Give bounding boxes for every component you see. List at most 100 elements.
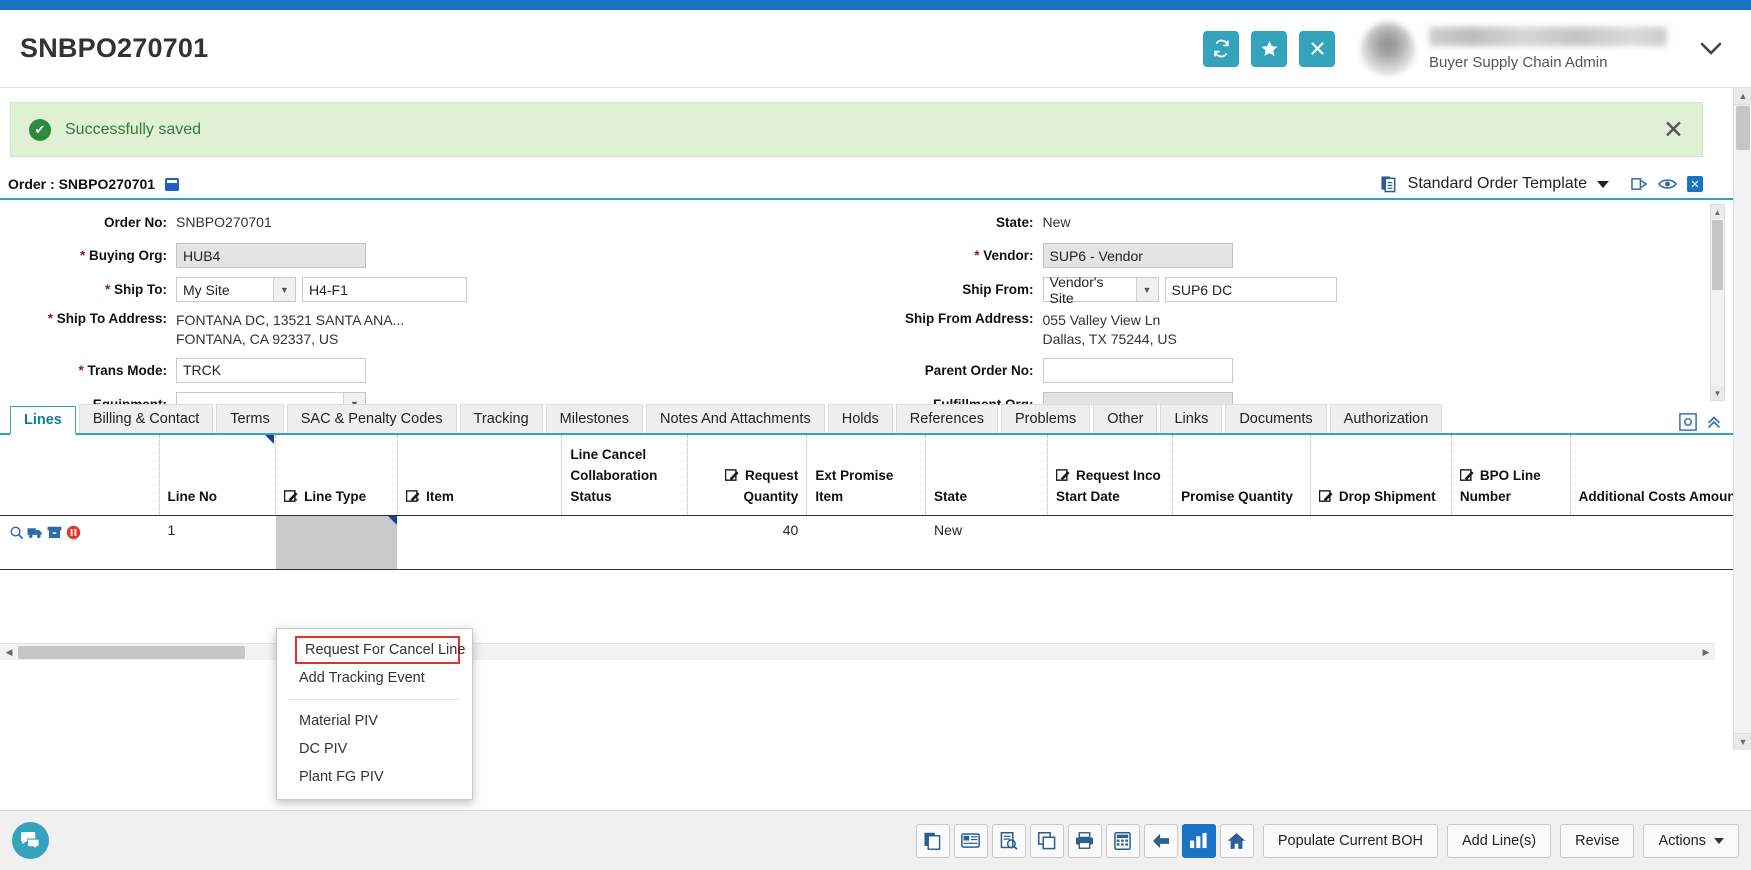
tab-lines[interactable]: Lines bbox=[10, 406, 76, 435]
ctx-request-for-cancel-line[interactable]: Request For Cancel Line bbox=[295, 636, 460, 664]
tab-links[interactable]: Links bbox=[1160, 404, 1222, 433]
col-line-cancel-collaboration-status[interactable]: Line Cancel Collaboration Status bbox=[562, 435, 687, 515]
favorite-button[interactable] bbox=[1251, 31, 1287, 67]
duplicate-icon[interactable] bbox=[1030, 824, 1064, 858]
table-row[interactable]: 1 40 New bbox=[0, 515, 1733, 569]
scroll-down-arrow-icon[interactable]: ▼ bbox=[1734, 733, 1751, 750]
vendor-input[interactable]: SUP6 - Vendor bbox=[1043, 243, 1233, 268]
tab-authorization[interactable]: Authorization bbox=[1330, 404, 1443, 433]
scroll-up-arrow-icon[interactable]: ▲ bbox=[1734, 88, 1751, 105]
col-additional-costs-amount[interactable]: Additional Costs Amount bbox=[1570, 435, 1733, 515]
print-icon[interactable] bbox=[1068, 824, 1102, 858]
cell-request-quantity[interactable]: 40 bbox=[687, 515, 807, 569]
col-bpo-line-number[interactable]: BPO Line Number bbox=[1451, 435, 1570, 515]
tab-billing-contact[interactable]: Billing & Contact bbox=[79, 404, 213, 433]
card-icon[interactable] bbox=[954, 824, 988, 858]
truck-icon[interactable] bbox=[27, 525, 43, 541]
ship-from-input[interactable]: SUP6 DC bbox=[1165, 277, 1337, 302]
parent-order-no-input[interactable] bbox=[1043, 358, 1233, 383]
template-chevron-down-icon[interactable] bbox=[1597, 181, 1609, 188]
cell-drop-shipment[interactable] bbox=[1310, 515, 1451, 569]
tab-other[interactable]: Other bbox=[1093, 404, 1157, 433]
cell-line-type[interactable] bbox=[276, 515, 398, 569]
grid-horizontal-scrollbar[interactable]: ◀ ▶ bbox=[0, 643, 1715, 660]
form-scrollbar-thumb[interactable] bbox=[1712, 220, 1723, 290]
home-icon[interactable] bbox=[1220, 824, 1254, 858]
scroll-left-arrow-icon[interactable]: ◀ bbox=[0, 644, 18, 661]
col-request-inco-start-date[interactable]: Request Inco Start Date bbox=[1047, 435, 1172, 515]
ship-to-select[interactable]: My Site ▼ bbox=[176, 277, 296, 302]
ship-from-chevron-down-icon[interactable]: ▼ bbox=[1136, 278, 1158, 301]
page-scrollbar-thumb[interactable] bbox=[1736, 106, 1750, 150]
location-icon[interactable] bbox=[8, 525, 24, 541]
expand-panel-icon[interactable] bbox=[1631, 176, 1648, 192]
col-state[interactable]: State bbox=[926, 435, 1048, 515]
col-ext-promise-item[interactable]: Ext Promise Item bbox=[807, 435, 926, 515]
cell-additional-costs-amount[interactable] bbox=[1570, 515, 1733, 569]
buying-org-input[interactable]: HUB4 bbox=[176, 243, 366, 268]
tab-notes-and-attachments[interactable]: Notes And Attachments bbox=[646, 404, 825, 433]
ctx-plant-fg-piv[interactable]: Plant FG PIV bbox=[277, 763, 472, 791]
tab-documents[interactable]: Documents bbox=[1225, 404, 1326, 433]
chart-icon[interactable] bbox=[1182, 824, 1216, 858]
grid-hscroll-thumb[interactable] bbox=[18, 646, 245, 659]
copy-icon[interactable] bbox=[916, 824, 950, 858]
preview-eye-icon[interactable] bbox=[1658, 177, 1677, 191]
actions-button[interactable]: Actions bbox=[1643, 824, 1739, 858]
tab-holds[interactable]: Holds bbox=[828, 404, 893, 433]
cell-ext-promise-item[interactable] bbox=[807, 515, 926, 569]
ship-to-chevron-down-icon[interactable]: ▼ bbox=[273, 278, 295, 301]
form-scrollbar[interactable]: ▲ ▼ bbox=[1710, 204, 1725, 401]
cell-item[interactable] bbox=[398, 515, 562, 569]
back-arrow-icon[interactable] bbox=[1144, 824, 1178, 858]
col-drop-shipment[interactable]: Drop Shipment bbox=[1310, 435, 1451, 515]
tab-problems[interactable]: Problems bbox=[1001, 404, 1090, 433]
close-button[interactable] bbox=[1299, 31, 1335, 67]
refresh-button[interactable] bbox=[1203, 31, 1239, 67]
tab-terms[interactable]: Terms bbox=[216, 404, 283, 433]
tab-milestones[interactable]: Milestones bbox=[546, 404, 643, 433]
field-ship-to: * Ship To: My Site ▼ H4-F1 bbox=[0, 277, 867, 302]
form-scroll-up-icon[interactable]: ▲ bbox=[1711, 205, 1724, 219]
panel-close-icon[interactable]: ✕ bbox=[1687, 176, 1703, 192]
cell-state[interactable]: New bbox=[926, 515, 1048, 569]
collapse-panel-icon[interactable] bbox=[1705, 413, 1723, 431]
col-request-quantity[interactable]: Request Quantity bbox=[687, 435, 807, 515]
col-line-no[interactable]: Line No bbox=[159, 435, 276, 515]
col-promise-quantity[interactable]: Promise Quantity bbox=[1173, 435, 1311, 515]
tab-sac-penalty-codes[interactable]: SAC & Penalty Codes bbox=[287, 404, 457, 433]
ship-from-select[interactable]: Vendor's Site ▼ bbox=[1043, 277, 1159, 302]
label-buying-org: * Buying Org: bbox=[0, 248, 176, 263]
ctx-dc-piv[interactable]: DC PIV bbox=[277, 735, 472, 763]
chat-icon[interactable] bbox=[12, 822, 49, 859]
ctx-add-tracking-event[interactable]: Add Tracking Event bbox=[277, 664, 472, 692]
cell-bpo-line-number[interactable] bbox=[1451, 515, 1570, 569]
revise-button[interactable]: Revise bbox=[1560, 824, 1634, 858]
add-lines-button[interactable]: Add Line(s) bbox=[1447, 824, 1551, 858]
ship-to-input[interactable]: H4-F1 bbox=[302, 277, 467, 302]
user-menu-chevron-down-icon[interactable] bbox=[1691, 29, 1731, 69]
cell-line-no[interactable]: 1 bbox=[159, 515, 276, 569]
grid-settings-icon[interactable] bbox=[1679, 413, 1697, 431]
ctx-material-piv[interactable]: Material PIV bbox=[277, 707, 472, 735]
alert-close-icon[interactable]: ✕ bbox=[1663, 117, 1684, 142]
box-icon[interactable] bbox=[46, 525, 62, 541]
populate-current-boh-button[interactable]: Populate Current BOH bbox=[1263, 824, 1438, 858]
grid-hscroll-track[interactable] bbox=[18, 646, 1697, 659]
audit-icon[interactable] bbox=[992, 824, 1026, 858]
cell-line-cancel-collaboration-status[interactable] bbox=[562, 515, 687, 569]
cell-promise-quantity[interactable] bbox=[1173, 515, 1311, 569]
col-item[interactable]: * Item bbox=[398, 435, 562, 515]
order-box-icon[interactable] bbox=[165, 178, 179, 191]
col-line-type[interactable]: * Line Type bbox=[276, 435, 398, 515]
copy-document-icon[interactable] bbox=[1381, 175, 1398, 193]
tab-tracking[interactable]: Tracking bbox=[460, 404, 543, 433]
hold-icon[interactable] bbox=[65, 525, 81, 541]
trans-mode-input[interactable]: TRCK bbox=[176, 358, 366, 383]
page-scrollbar[interactable]: ▲ ▼ bbox=[1733, 88, 1751, 750]
cell-request-inco-start-date[interactable] bbox=[1047, 515, 1172, 569]
calculator-icon[interactable] bbox=[1106, 824, 1140, 858]
form-scroll-down-icon[interactable]: ▼ bbox=[1711, 386, 1724, 400]
scroll-right-arrow-icon[interactable]: ▶ bbox=[1697, 644, 1715, 661]
tab-references[interactable]: References bbox=[896, 404, 998, 433]
